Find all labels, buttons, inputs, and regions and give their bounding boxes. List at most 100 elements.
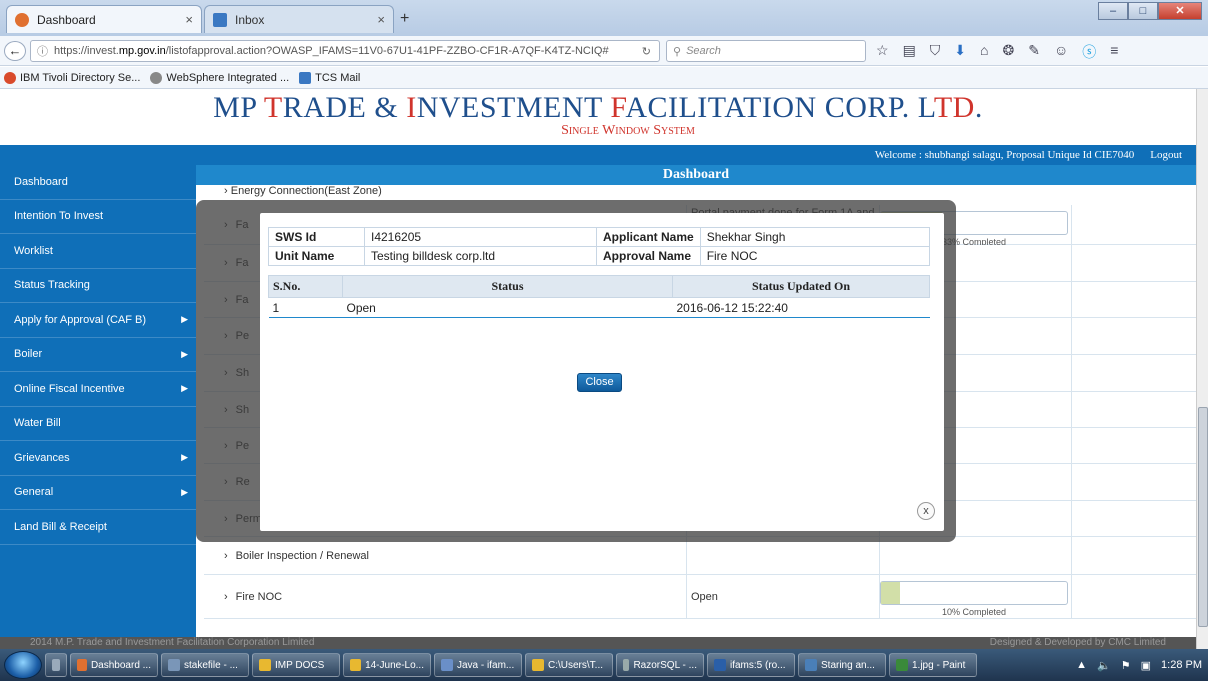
windows-taskbar: Dashboard ... stakefile - ... IMP DOCS 14-J…: [0, 649, 1208, 681]
app-icon: [52, 659, 60, 671]
bookmark-tcs-mail[interactable]: TCS Mail: [299, 71, 361, 84]
bookmark-label: TCS Mail: [315, 71, 361, 84]
column-header: Status Updated On: [672, 275, 930, 298]
site-favicon-icon: [15, 12, 29, 27]
url-bar[interactable]: ⓘ https://invest. mp.gov.in/listofapprova…: [30, 40, 660, 62]
taskbar-item[interactable]: ifams:5 (ro...: [707, 653, 795, 677]
taskbar-item[interactable]: RazorSQL - ...: [616, 653, 704, 677]
table-row[interactable]: › Fire NOC Open 10% Completed: [204, 575, 1196, 619]
taskbar-item[interactable]: 14-June-Lo...: [343, 653, 431, 677]
sidebar-item-general[interactable]: General ▶: [0, 476, 196, 510]
title-part: T: [263, 91, 283, 124]
title-part: ACILITATION CORP. L: [625, 91, 934, 124]
home-icon[interactable]: ⌂: [980, 42, 988, 62]
bookmark-ibm-tivoli[interactable]: IBM Tivoli Directory Se...: [4, 71, 140, 84]
close-window-button[interactable]: ✕: [1158, 2, 1202, 20]
site-title: MP TRADE & INVESTMENT FACILITATION CORP.…: [0, 91, 1196, 125]
search-input[interactable]: ⚲ Search: [666, 40, 866, 62]
expand-chevron-icon[interactable]: ›: [224, 591, 228, 603]
unit-name-value: Testing billdesk corp.ltd: [364, 246, 597, 266]
developer-credit: Designed & Developed by CMC Limited: [989, 637, 1166, 648]
sidebar-item-land-bill-receipt[interactable]: Land Bill & Receipt: [0, 510, 196, 545]
skype-icon[interactable]: ⓢ: [1082, 42, 1096, 62]
table-row[interactable]: › Boiler Inspection / Renewal: [204, 537, 1196, 575]
row-label: Fire NOC: [235, 590, 283, 603]
close-tab-icon[interactable]: ×: [185, 12, 193, 27]
new-tab-button[interactable]: +: [400, 10, 409, 28]
clock[interactable]: 1:28 PM: [1161, 659, 1202, 671]
download-icon[interactable]: ⬇: [954, 42, 966, 62]
approval-name-cell[interactable]: › Fire NOC: [204, 575, 687, 618]
tab-inbox[interactable]: Inbox ×: [204, 5, 394, 33]
sidebar-item-dashboard[interactable]: Dashboard: [0, 165, 196, 200]
maximize-button[interactable]: □: [1128, 2, 1158, 20]
approval-name-cell[interactable]: › Boiler Inspection / Renewal: [204, 537, 687, 574]
addon-icon[interactable]: ❂: [1003, 42, 1015, 62]
info-icon[interactable]: ⓘ: [37, 43, 48, 59]
expand-chevron-icon[interactable]: ›: [224, 550, 228, 562]
menu-icon[interactable]: ≡: [1110, 42, 1118, 62]
status-modal: SWS Id I4216205 Applicant Name Shekhar S…: [260, 213, 944, 531]
extension-icon[interactable]: ✎: [1028, 42, 1040, 62]
site-subtitle: Single Window System: [561, 123, 695, 138]
sidebar-item-boiler[interactable]: Boiler ▶: [0, 338, 196, 372]
network-icon[interactable]: ▣: [1141, 659, 1151, 672]
close-tab-icon[interactable]: ×: [377, 12, 385, 27]
sidebar-item-status-tracking[interactable]: Status Tracking: [0, 269, 196, 303]
sidebar-item-label: Apply for Approval (CAF B): [14, 313, 147, 326]
start-button[interactable]: [4, 651, 42, 679]
submenu-arrow-icon: ▶: [181, 348, 188, 359]
url-path: /listofapproval.action?OWASP_IFAMS=11V0-…: [165, 45, 609, 57]
back-button[interactable]: ←: [4, 41, 26, 61]
close-icon[interactable]: x: [917, 502, 935, 520]
ibm-icon: [4, 71, 16, 84]
outlook-icon: [213, 12, 227, 27]
page-scrollbar[interactable]: [1196, 89, 1208, 649]
sidebar-item-intention-to-invest[interactable]: Intention To Invest: [0, 200, 196, 234]
page-footer: 2014 M.P. Trade and Investment Facilitat…: [0, 637, 1196, 649]
url-prefix: https://invest.: [54, 45, 119, 57]
chat-icon[interactable]: ☺: [1054, 42, 1068, 62]
bookmark-star-icon[interactable]: ☆: [876, 42, 889, 62]
globe-icon: [150, 71, 163, 84]
row-label: Energy Connection(East Zone): [230, 185, 382, 197]
taskbar-item[interactable]: stakefile - ...: [161, 653, 249, 677]
sidebar-item-label: Water Bill: [14, 417, 61, 430]
bookmark-websphere[interactable]: WebSphere Integrated ...: [150, 71, 289, 84]
system-tray: ▲ 🔈 ⚑ ▣ 1:28 PM: [1076, 649, 1202, 681]
taskbar-item-label: Staring an...: [821, 659, 875, 671]
app-icon: [259, 659, 271, 671]
partial-row-label: › Energy Connection(East Zone): [224, 185, 382, 197]
sidebar-item-water-bill[interactable]: Water Bill: [0, 407, 196, 441]
taskbar-item[interactable]: Dashboard ...: [70, 653, 158, 677]
logout-link[interactable]: Logout: [1150, 149, 1182, 161]
sidebar-item-grievances[interactable]: Grievances ▶: [0, 441, 196, 476]
taskbar-item-label: stakefile - ...: [184, 659, 238, 671]
reload-icon[interactable]: ↻: [642, 45, 651, 58]
pocket-icon[interactable]: ⛉: [930, 42, 941, 62]
taskbar-item[interactable]: 1.jpg - Paint: [889, 653, 977, 677]
tray-expand-icon[interactable]: ▲: [1076, 659, 1087, 671]
title-part: .: [974, 91, 983, 124]
toolbar-icons: ☆ ▤ ⛉ ⬇ ⌂ ❂ ✎ ☺ ⓢ ≡: [876, 42, 1118, 62]
volume-icon[interactable]: 🔈: [1097, 659, 1111, 672]
applicant-name-label: Applicant Name: [596, 227, 701, 247]
taskbar-item[interactable]: IMP DOCS: [252, 653, 340, 677]
bookmarks-icon[interactable]: ▤: [903, 42, 916, 62]
application-info-table: SWS Id I4216205 Applicant Name Shekhar S…: [268, 227, 931, 266]
close-button[interactable]: Close: [577, 373, 622, 392]
taskbar-item[interactable]: Java - ifam...: [434, 653, 522, 677]
tab-dashboard[interactable]: Dashboard ×: [6, 5, 202, 33]
search-placeholder: Search: [686, 45, 721, 57]
taskbar-item[interactable]: Staring an...: [798, 653, 886, 677]
flag-icon[interactable]: ⚑: [1121, 659, 1131, 672]
sidebar-item-online-fiscal-incentive[interactable]: Online Fiscal Incentive ▶: [0, 372, 196, 407]
title-part: RADE &: [282, 91, 407, 124]
submenu-arrow-icon: ▶: [181, 452, 188, 463]
taskbar-item[interactable]: C:\Users\T...: [525, 653, 613, 677]
sidebar-item-worklist[interactable]: Worklist: [0, 234, 196, 269]
minimize-button[interactable]: –: [1098, 2, 1128, 20]
sidebar-item-apply-for-approval-caf-b[interactable]: Apply for Approval (CAF B) ▶: [0, 303, 196, 338]
quicklaunch-icon[interactable]: [45, 653, 67, 677]
scrollbar-thumb[interactable]: [1198, 407, 1208, 627]
